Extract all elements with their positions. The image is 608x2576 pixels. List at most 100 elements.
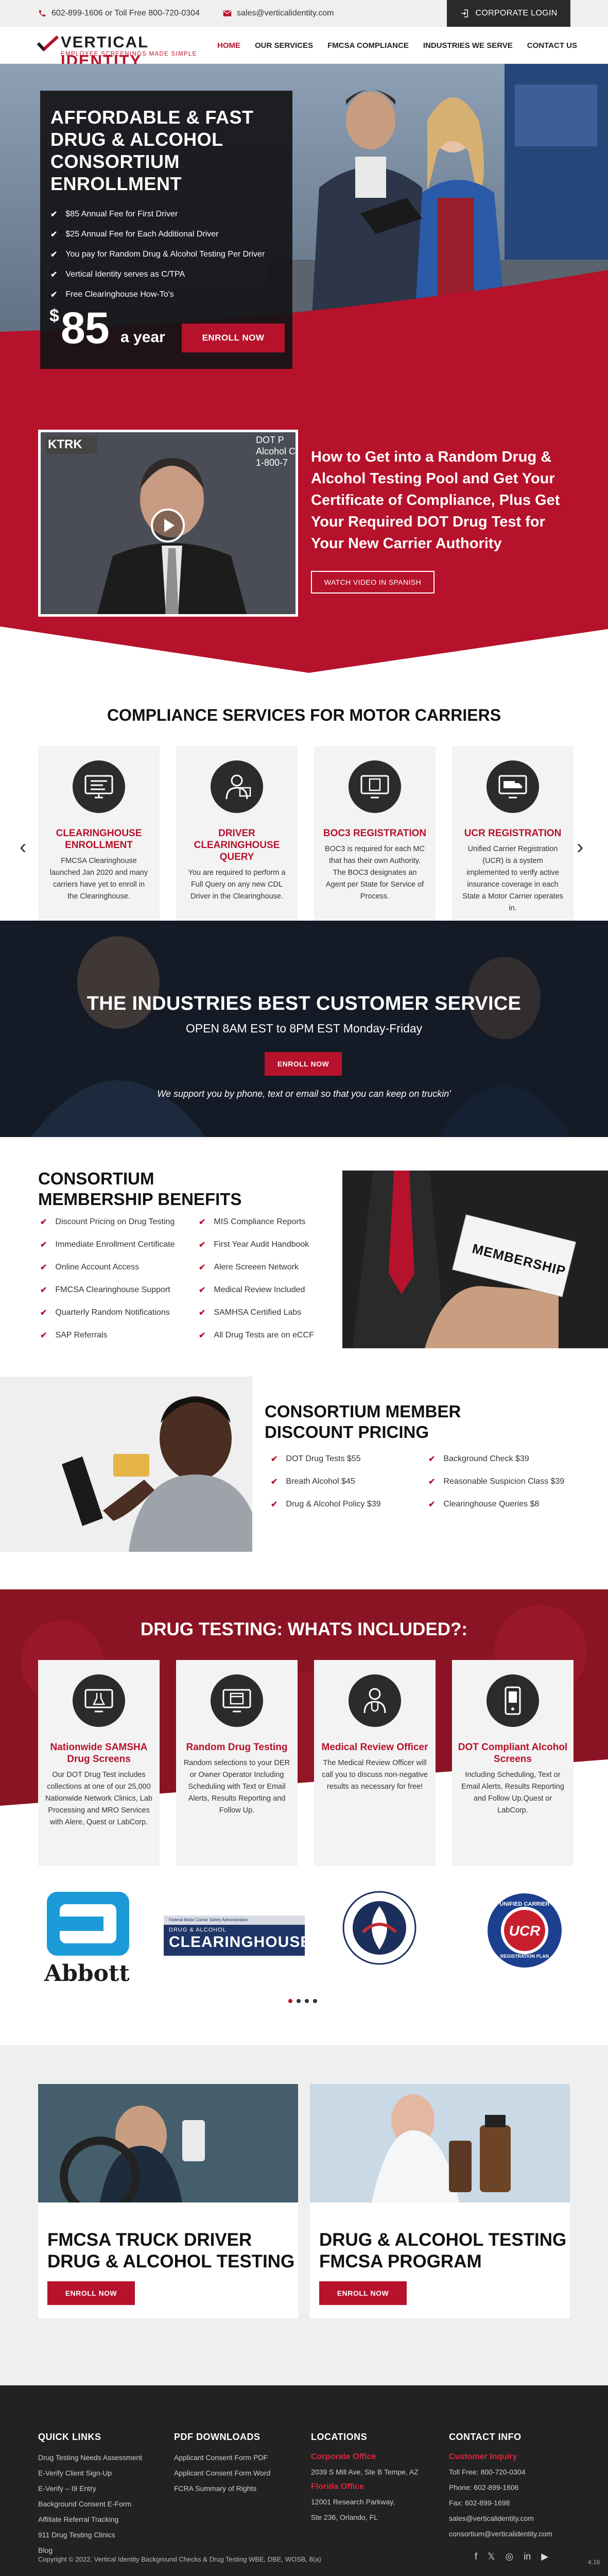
login-icon xyxy=(461,9,468,18)
benefit-item: ✔ Discount Pricing on Drug Testing xyxy=(40,1211,175,1233)
business-hours: OPEN 8AM EST to 8PM EST Monday-Friday xyxy=(185,1022,423,1035)
program-card-title: DRUG & ALCOHOL TESTING FMCSA PROGRAM xyxy=(319,2230,567,2272)
twitter-icon[interactable]: 𝕏 xyxy=(488,2551,495,2562)
ucr-top-text: UNIFIED CARRIER xyxy=(499,1901,550,1907)
carousel-dot[interactable] xyxy=(313,1999,317,2003)
check-icon: ✔ xyxy=(271,1455,278,1464)
footer-pdf-downloads: PDF DOWNLOADS Applicant Consent Form PDF… xyxy=(174,2432,270,2496)
check-icon: ✔ xyxy=(199,1218,206,1227)
benefit-item: ✔ MIS Compliance Reports xyxy=(199,1211,314,1233)
benefit-text: FMCSA Clearinghouse Support xyxy=(55,1285,170,1294)
discount-item: ✔ Breath Alcohol $45 xyxy=(271,1470,381,1493)
watch-spanish-button[interactable]: WATCH VIDEO IN SPANISH xyxy=(311,571,435,594)
discount-text: Background Check $39 xyxy=(443,1454,529,1463)
drug-card-mro[interactable]: Medical Review Officer The Medical Revie… xyxy=(314,1660,436,1866)
facebook-icon[interactable]: f xyxy=(475,2551,477,2562)
nav-industries[interactable]: INDUSTRIES WE SERVE xyxy=(423,41,513,50)
carousel-next-arrow[interactable]: › xyxy=(577,836,583,859)
footer-pdf-link[interactable]: FCRA Summary of Rights xyxy=(174,2481,270,2496)
nav-contact-us[interactable]: CONTACT US xyxy=(527,41,577,50)
social-links: f 𝕏 ◎ in ▶ xyxy=(475,2551,548,2562)
nav-home[interactable]: HOME xyxy=(217,41,240,50)
benefit-text: MIS Compliance Reports xyxy=(214,1217,306,1226)
instagram-icon[interactable]: ◎ xyxy=(506,2551,514,2562)
drug-card-text: Including Scheduling, Text or Email Aler… xyxy=(461,1771,564,1815)
service-card-text: FMCSA Clearinghouse launched Jan 2020 an… xyxy=(49,857,148,901)
youtube-icon[interactable]: ▶ xyxy=(541,2551,548,2562)
truck-monitor-icon xyxy=(487,760,539,813)
carousel-dot[interactable] xyxy=(297,1999,301,2003)
footer-link[interactable]: Drug Testing Needs Assessment xyxy=(38,2450,142,2465)
calendar-monitor-icon xyxy=(211,1674,263,1727)
check-icon: ✔ xyxy=(199,1286,206,1295)
carousel-dot-active[interactable] xyxy=(288,1999,292,2003)
footer-link[interactable]: Affiliate Referral Tracking xyxy=(38,2512,142,2527)
program-card-enroll-button[interactable]: ENROLL NOW xyxy=(319,2281,407,2305)
benefits-title-line1: CONSORTIUM xyxy=(38,1169,154,1188)
footer-quick-links: QUICK LINKS Drug Testing Needs Assessmen… xyxy=(38,2432,142,2558)
carousel-prev-arrow[interactable]: ‹ xyxy=(20,836,26,859)
phone-text: 602-899-1606 or Toll Free 800-720-0304 xyxy=(51,9,200,18)
footer-contact-line[interactable]: consortium@verticalidentity.com xyxy=(449,2526,552,2541)
benefit-item: ✔ SAP Referrals xyxy=(40,1324,175,1347)
footer-contact-line: Fax: 602-899-1698 xyxy=(449,2499,510,2507)
discount-item: ✔ Drug & Alcohol Policy $39 xyxy=(271,1493,381,1516)
footer-contact-line[interactable]: Toll Free: 800-720-0304 xyxy=(449,2464,552,2480)
discount-title-line1: CONSORTIUM MEMBER xyxy=(265,1402,461,1421)
drug-card-alcohol[interactable]: DOT Compliant Alcohol Screens Including … xyxy=(452,1660,574,1866)
phone-contact[interactable]: 602-899-1606 or Toll Free 800-720-0304 xyxy=(38,0,200,27)
email-contact[interactable]: sales@verticalidentity.com xyxy=(223,0,334,27)
benefits-list-left: ✔ Discount Pricing on Drug Testing ✔ Immed… xyxy=(40,1211,175,1347)
nav-our-services[interactable]: OUR SERVICES xyxy=(255,41,313,50)
dot-seal-logo: DEPARTMENT OF TRANSPORTATION · UNITED ST… xyxy=(342,1891,416,1965)
clearinghouse-text: CLEARINGHOUSE xyxy=(169,1934,311,1951)
video-player[interactable]: KTRK DOT P Alcohol C 1-800-7 xyxy=(38,430,298,617)
ucr-mid-text: UCR xyxy=(509,1923,541,1939)
service-card-title: UCR REGISTRATION xyxy=(464,828,562,839)
footer-link[interactable]: E-Verify Client Sign-Up xyxy=(38,2465,142,2481)
check-icon: ✔ xyxy=(50,250,58,259)
hero-bullet-text: Free Clearinghouse How-To's xyxy=(65,290,174,299)
hero-enroll-button[interactable]: ENROLL NOW xyxy=(182,324,285,352)
carousel-dot[interactable] xyxy=(305,1999,309,2003)
discount-photo xyxy=(0,1377,252,1552)
linkedin-icon[interactable]: in xyxy=(524,2551,531,2562)
footer-pdf-link[interactable]: Applicant Consent Form PDF xyxy=(174,2450,270,2465)
discount-text: Drug & Alcohol Policy $39 xyxy=(286,1500,381,1509)
corporate-office-title: Corporate Office xyxy=(311,2452,376,2461)
benefit-text: Immediate Enrollment Certificate xyxy=(55,1240,175,1249)
footer-contact-line[interactable]: Phone: 602-899-1606 xyxy=(449,2480,552,2495)
check-icon: ✔ xyxy=(40,1286,47,1295)
ucr-logo: UNIFIED CARRIER UCR REGISTRATION PLAN xyxy=(487,1893,562,1968)
program-card-fmcsa[interactable]: FMCSA TRUCK DRIVER DRUG & ALCOHOL TESTIN… xyxy=(38,2084,298,2318)
customer-service-enroll-button[interactable]: ENROLL NOW xyxy=(265,1052,342,1076)
logo[interactable]: VERTICAL IDENTITY EMPLOYEE SCREENINGS MA… xyxy=(37,32,207,70)
drug-card-text: Our DOT Drug Test includes collections a… xyxy=(45,1771,152,1826)
footer-quick-title: QUICK LINKS xyxy=(38,2432,101,2442)
nav-fmcsa-compliance[interactable]: FMCSA COMPLIANCE xyxy=(327,41,409,50)
drug-card-random[interactable]: Random Drug Testing Random selections to… xyxy=(176,1660,298,1866)
login-label: CORPORATE LOGIN xyxy=(475,9,558,18)
program-card-drug-alcohol[interactable]: DRUG & ALCOHOL TESTING FMCSA PROGRAM ENR… xyxy=(310,2084,570,2318)
florida-office-address-1: 12001 Research Parkway, xyxy=(311,2498,395,2506)
footer-link[interactable]: E-Verify – I9 Entry xyxy=(38,2481,142,2496)
drug-card-samhsa[interactable]: Nationwide SAMSHA Drug Screens Our DOT D… xyxy=(38,1660,160,1866)
membership-photo xyxy=(342,1171,608,1348)
price-amount: 85 xyxy=(61,303,110,353)
hero-bullets: ✔ $85 Annual Fee for First Driver ✔ $25 An… xyxy=(50,204,282,304)
program-cards-section: FMCSA TRUCK DRIVER DRUG & ALCOHOL TESTIN… xyxy=(0,2045,608,2385)
service-card-text: Unified Carrier Registration (UCR) is a … xyxy=(462,845,563,912)
doctor-icon xyxy=(349,1674,401,1727)
play-button[interactable] xyxy=(151,509,185,543)
hero-bullet-text: $25 Annual Fee for Each Additional Drive… xyxy=(65,229,219,239)
benefit-text: Quarterly Random Notifications xyxy=(55,1308,170,1317)
footer-pdf-link[interactable]: Applicant Consent Form Word xyxy=(174,2465,270,2481)
corporate-login-button[interactable]: CORPORATE LOGIN xyxy=(447,0,570,27)
footer-link[interactable]: 911 Drug Testing Clinics xyxy=(38,2527,142,2543)
benefit-item: ✔ Alere Screeen Network xyxy=(199,1256,314,1279)
check-icon: ✔ xyxy=(199,1241,206,1249)
program-card-enroll-button[interactable]: ENROLL NOW xyxy=(47,2281,135,2305)
footer-contact-line[interactable]: sales@verticalidentity.com xyxy=(449,2511,552,2526)
footer-link[interactable]: Background Consent E-Form xyxy=(38,2496,142,2512)
customer-service-subtitle: We support you by phone, text or email s… xyxy=(157,1089,451,1099)
